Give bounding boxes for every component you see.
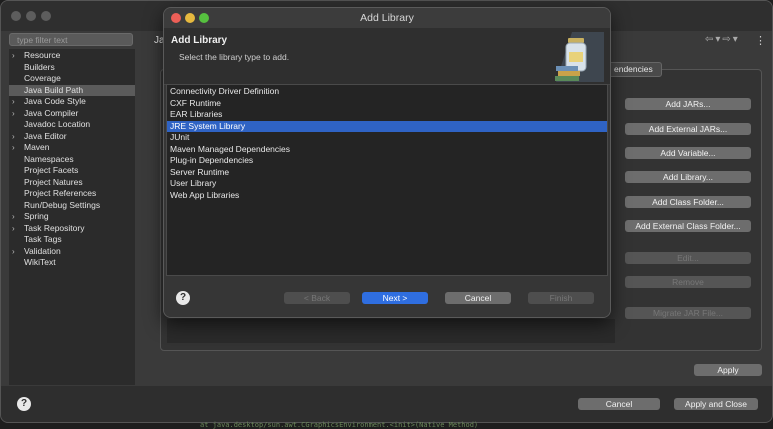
finish-button[interactable]: Finish: [528, 292, 594, 304]
tree-item[interactable]: Project Natures: [9, 177, 135, 189]
build-path-button[interactable]: Add Class Folder...: [625, 196, 751, 208]
dialog-header: Add Library Select the library type to a…: [164, 28, 610, 85]
dialog-subtitle: Select the library type to add.: [179, 52, 290, 62]
dialog-cancel-button[interactable]: Cancel: [445, 292, 511, 304]
minimize-window-button[interactable]: [26, 11, 36, 21]
dialog-zoom-button[interactable]: [199, 13, 209, 23]
apply-button[interactable]: Apply: [694, 364, 762, 376]
back-button[interactable]: < Back: [284, 292, 350, 304]
tree-item-label: Java Code Style: [24, 96, 86, 106]
library-type-item[interactable]: Web App Libraries: [167, 190, 607, 202]
build-path-button[interactable]: Migrate JAR File...: [625, 307, 751, 319]
add-library-dialog: Add Library Add Library Select the libra…: [163, 7, 611, 318]
tree-item[interactable]: WikiText: [9, 257, 135, 269]
tree-item[interactable]: Coverage: [9, 73, 135, 85]
build-path-button[interactable]: Add Variable...: [625, 147, 751, 159]
dialog-titlebar: Add Library: [164, 8, 610, 28]
library-jar-icon: [555, 32, 604, 82]
tree-item[interactable]: › Spring: [9, 211, 135, 223]
build-path-button[interactable]: Add Library...: [625, 171, 751, 183]
library-type-item[interactable]: Server Runtime: [167, 167, 607, 179]
tree-item[interactable]: Task Tags: [9, 234, 135, 246]
library-type-list[interactable]: Connectivity Driver Definition CXF Runtim…: [166, 84, 608, 276]
library-type-item[interactable]: EAR Libraries: [167, 109, 607, 121]
tree-item[interactable]: Project Facets: [9, 165, 135, 177]
next-button[interactable]: Next >: [362, 292, 428, 304]
close-window-button[interactable]: [11, 11, 21, 21]
dialog-heading: Add Library: [171, 35, 228, 46]
expand-chevron-icon[interactable]: ›: [12, 50, 15, 62]
cancel-button[interactable]: Cancel: [578, 398, 660, 410]
build-path-button[interactable]: Remove: [625, 276, 751, 288]
tree-item-label: Java Compiler: [24, 107, 79, 118]
tree-item[interactable]: Namespaces: [9, 154, 135, 166]
library-type-item[interactable]: JUnit: [167, 132, 607, 144]
tree-item[interactable]: Javadoc Location: [9, 119, 135, 131]
tree-item[interactable]: › Java Editor: [9, 131, 135, 143]
console-code-line: at java.desktop/sun.awt.CGraphicsEnviron…: [200, 421, 479, 429]
tree-item[interactable]: › Validation: [9, 246, 135, 258]
expand-chevron-icon[interactable]: ›: [12, 246, 15, 258]
view-menu-icon[interactable]: ⋮: [755, 34, 766, 47]
tree-item-label: Resource: [24, 50, 61, 60]
expand-chevron-icon[interactable]: ›: [12, 96, 15, 108]
tree-item-label: Java Editor: [24, 130, 67, 141]
tree-item-label: Spring: [24, 211, 49, 221]
tree-item-label: WikiText: [24, 257, 56, 267]
library-type-item[interactable]: CXF Runtime: [167, 98, 607, 110]
properties-tree: › Resource Builders Coverage Java Build Path…: [9, 49, 135, 385]
expand-chevron-icon[interactable]: ›: [12, 142, 15, 154]
tree-item-label: Namespaces: [24, 153, 74, 164]
tree-item-label: Maven: [24, 142, 50, 152]
tree-item-label: Task Repository: [24, 222, 85, 233]
library-type-item[interactable]: Connectivity Driver Definition: [167, 86, 607, 98]
dialog-footer: ? < Back Next > Cancel Finish: [164, 276, 610, 317]
dialog-help-icon[interactable]: ?: [176, 291, 190, 305]
tree-item-label: Project References: [24, 188, 97, 198]
build-path-button[interactable]: Edit...: [625, 252, 751, 264]
tree-item-label: Coverage: [24, 73, 61, 83]
dialog-title: Add Library: [360, 12, 414, 24]
dialog-minimize-button[interactable]: [185, 13, 195, 23]
tree-item-label: Run/Debug Settings: [24, 199, 101, 210]
tree-item-label: Project Facets: [24, 165, 79, 175]
back-forward-arrows-icon[interactable]: ⇦▾⇨▾: [705, 34, 740, 45]
filter-input[interactable]: type filter text: [9, 33, 133, 46]
tree-item[interactable]: Project References: [9, 188, 135, 200]
tree-item-label: Task Tags: [24, 234, 62, 244]
zoom-window-button[interactable]: [41, 11, 51, 21]
tree-item-label: Validation: [24, 245, 61, 256]
library-type-item[interactable]: Maven Managed Dependencies: [167, 144, 607, 156]
tree-item[interactable]: › Task Repository: [9, 223, 135, 235]
tree-item[interactable]: Run/Debug Settings: [9, 200, 135, 212]
tree-item[interactable]: › Resource: [9, 50, 135, 62]
build-path-button[interactable]: Add JARs...: [625, 98, 751, 110]
dialog-close-button[interactable]: [171, 13, 181, 23]
libraries-list[interactable]: [167, 319, 615, 343]
tree-item-label: Builders: [24, 61, 55, 72]
build-path-button[interactable]: Add External Class Folder...: [625, 220, 751, 232]
tree-item-label: Project Natures: [24, 176, 83, 187]
tree-item-label: Javadoc Location: [24, 119, 91, 129]
expand-chevron-icon[interactable]: ›: [12, 108, 15, 120]
tree-item[interactable]: › Java Code Style: [9, 96, 135, 108]
tree-item[interactable]: Java Build Path: [9, 84, 135, 96]
properties-bottom-bar: ? Cancel Apply and Close: [1, 386, 772, 422]
library-type-item[interactable]: Plug-in Dependencies: [167, 155, 607, 167]
expand-chevron-icon[interactable]: ›: [12, 211, 15, 223]
build-path-button[interactable]: Add External JARs...: [625, 123, 751, 135]
apply-and-close-button[interactable]: Apply and Close: [674, 398, 758, 410]
library-type-item[interactable]: JRE System Library: [167, 120, 607, 132]
tab-libraries[interactable]: endencies: [605, 62, 662, 77]
library-type-item[interactable]: User Library: [167, 178, 607, 190]
tree-item[interactable]: › Java Compiler: [9, 108, 135, 120]
tree-item-label: Java Build Path: [24, 84, 84, 95]
help-icon[interactable]: ?: [17, 397, 31, 411]
tree-item[interactable]: Builders: [9, 62, 135, 74]
expand-chevron-icon[interactable]: ›: [12, 223, 15, 235]
tree-item[interactable]: › Maven: [9, 142, 135, 154]
expand-chevron-icon[interactable]: ›: [12, 131, 15, 143]
